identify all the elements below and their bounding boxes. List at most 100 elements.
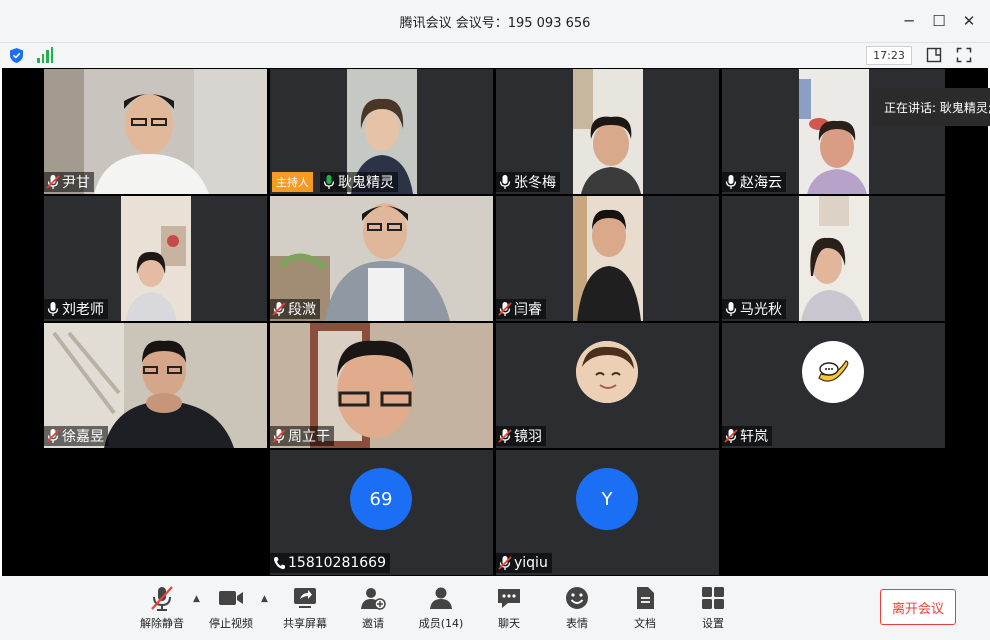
title-bar: 腾讯会议 会议号：195 093 656 ─ ☐ ✕ (0, 0, 990, 42)
video-options-caret-icon[interactable]: ▲ (261, 594, 268, 604)
unmute-button[interactable]: 解除静音 (132, 584, 192, 632)
mic-muted-icon (151, 586, 173, 611)
stop-video-button[interactable]: 停止视频 (201, 584, 261, 632)
docs-label: 文档 (634, 617, 656, 630)
participant-nametag: 周立干 (270, 426, 334, 446)
host-badge: 主持人 (272, 172, 313, 192)
participant-name: 徐嘉昱 (62, 429, 104, 445)
window-controls: ─ ☐ ✕ (894, 0, 984, 42)
participant-name: 马光秋 (740, 302, 782, 318)
participant-tile-13[interactable]: Y yiqiu (496, 450, 719, 575)
participant-video (799, 69, 869, 194)
settings-button[interactable]: 设置 (683, 584, 743, 632)
participant-initial: Y (601, 488, 613, 510)
participant-name: 尹甘 (62, 175, 90, 191)
participant-nametag: 段溦 (270, 299, 320, 319)
participant-name: 刘老师 (62, 302, 104, 318)
shield-icon[interactable] (9, 47, 24, 64)
mic-muted-icon (724, 429, 738, 443)
participant-name: 周立干 (288, 429, 330, 445)
phone-icon (273, 557, 285, 570)
participant-name: 耿鬼精灵 (338, 175, 394, 191)
participant-name: 轩岚 (740, 429, 768, 445)
mic-muted-icon (498, 556, 512, 570)
grid-settings-icon (702, 587, 724, 609)
participant-avatar (802, 341, 864, 403)
participant-name: yiqiu (514, 555, 548, 571)
close-button[interactable]: ✕ (954, 6, 984, 36)
mic-muted-icon (498, 302, 512, 316)
mic-muted-icon (46, 175, 60, 189)
participant-nametag: 徐嘉昱 (44, 426, 108, 446)
reactions-label: 表情 (566, 617, 588, 630)
participant-tile-2[interactable]: 张冬梅 (496, 69, 719, 194)
participant-initial: 69 (369, 488, 393, 510)
participant-name: 镜羽 (514, 429, 542, 445)
participant-video (573, 69, 643, 194)
participant-avatar: 69 (350, 468, 412, 530)
maximize-button[interactable]: ☐ (924, 6, 954, 36)
banana-chat-icon (818, 360, 849, 382)
participant-video (121, 196, 191, 321)
unmute-label: 解除静音 (140, 617, 184, 630)
participant-tile-7[interactable]: 马光秋 (722, 196, 945, 321)
stop-video-label: 停止视频 (209, 617, 253, 630)
participant-tile-11[interactable]: 轩岚 (722, 323, 945, 448)
participant-tile-12[interactable]: 69 15810281669 (270, 450, 493, 575)
participant-tile-9[interactable]: 周立干 (270, 323, 493, 448)
add-user-icon (361, 588, 386, 610)
participant-nametag: 马光秋 (722, 299, 786, 319)
share-screen-button[interactable]: 共享屏幕 (275, 584, 335, 632)
signal-strength-icon[interactable] (37, 47, 53, 63)
participant-name: 段溦 (288, 302, 316, 318)
minimize-button[interactable]: ─ (894, 6, 924, 36)
mic-muted-icon (46, 429, 60, 443)
participant-tile-6[interactable]: 闫睿 (496, 196, 719, 321)
participant-video (573, 196, 643, 321)
participant-name: 15810281669 (288, 555, 386, 571)
meeting-toolbar: 解除静音 ▲ 停止视频 ▲ 共享屏幕 邀请 成员(14) 聊天 表情 文档 设置… (0, 576, 990, 640)
participant-name: 张冬梅 (514, 175, 556, 191)
members-button[interactable]: 成员(14) (411, 584, 471, 632)
participant-tile-5[interactable]: 段溦 (270, 196, 493, 321)
members-label: 成员(14) (418, 617, 464, 630)
mic-muted-icon (272, 429, 286, 443)
participant-nametag: 尹甘 (44, 172, 94, 192)
fullscreen-icon[interactable] (956, 47, 972, 63)
mic-muted-icon (498, 429, 512, 443)
status-toolbar: 17:23 (0, 42, 990, 68)
mic-icon (47, 302, 59, 316)
chat-button[interactable]: 聊天 (479, 584, 539, 632)
video-grid: 尹甘 主持人 耿鬼精灵 张冬梅 赵海云 刘老师 段溦 闫睿 马光秋 徐嘉昱 周立… (2, 68, 988, 576)
chat-label: 聊天 (498, 617, 520, 630)
participant-tile-10[interactable]: 镜羽 (496, 323, 719, 448)
participant-tile-0[interactable]: 尹甘 (44, 69, 267, 194)
audio-options-caret-icon[interactable]: ▲ (193, 594, 200, 604)
window-title: 腾讯会议 会议号：195 093 656 (399, 15, 591, 31)
chat-icon (498, 589, 520, 608)
participant-nametag: 赵海云 (722, 172, 786, 192)
participant-nametag: 15810281669 (270, 553, 390, 573)
reactions-button[interactable]: 表情 (547, 584, 607, 632)
mic-icon (725, 175, 737, 189)
participant-nametag: yiqiu (496, 553, 552, 573)
child-avatar-icon (576, 341, 638, 403)
docs-button[interactable]: 文档 (615, 584, 675, 632)
share-screen-icon (294, 588, 316, 608)
invite-label: 邀请 (362, 617, 384, 630)
invite-button[interactable]: 邀请 (343, 584, 403, 632)
participant-video (799, 196, 869, 321)
participant-name: 赵海云 (740, 175, 782, 191)
participant-nametag: 镜羽 (496, 426, 546, 446)
meeting-clock: 17:23 (866, 46, 912, 65)
participant-name: 闫睿 (514, 302, 542, 318)
participant-tile-1[interactable]: 主持人 耿鬼精灵 (270, 69, 493, 194)
leave-meeting-button[interactable]: 离开会议 (880, 589, 956, 625)
mic-icon (725, 302, 737, 316)
speaking-indicator: 正在讲话: 耿鬼精灵; (872, 88, 990, 126)
participant-nametag: 刘老师 (44, 299, 108, 319)
participant-tile-4[interactable]: 刘老师 (44, 196, 267, 321)
participant-tile-8[interactable]: 徐嘉昱 (44, 323, 267, 448)
layout-icon[interactable] (926, 47, 942, 63)
mic-muted-icon (272, 302, 286, 316)
